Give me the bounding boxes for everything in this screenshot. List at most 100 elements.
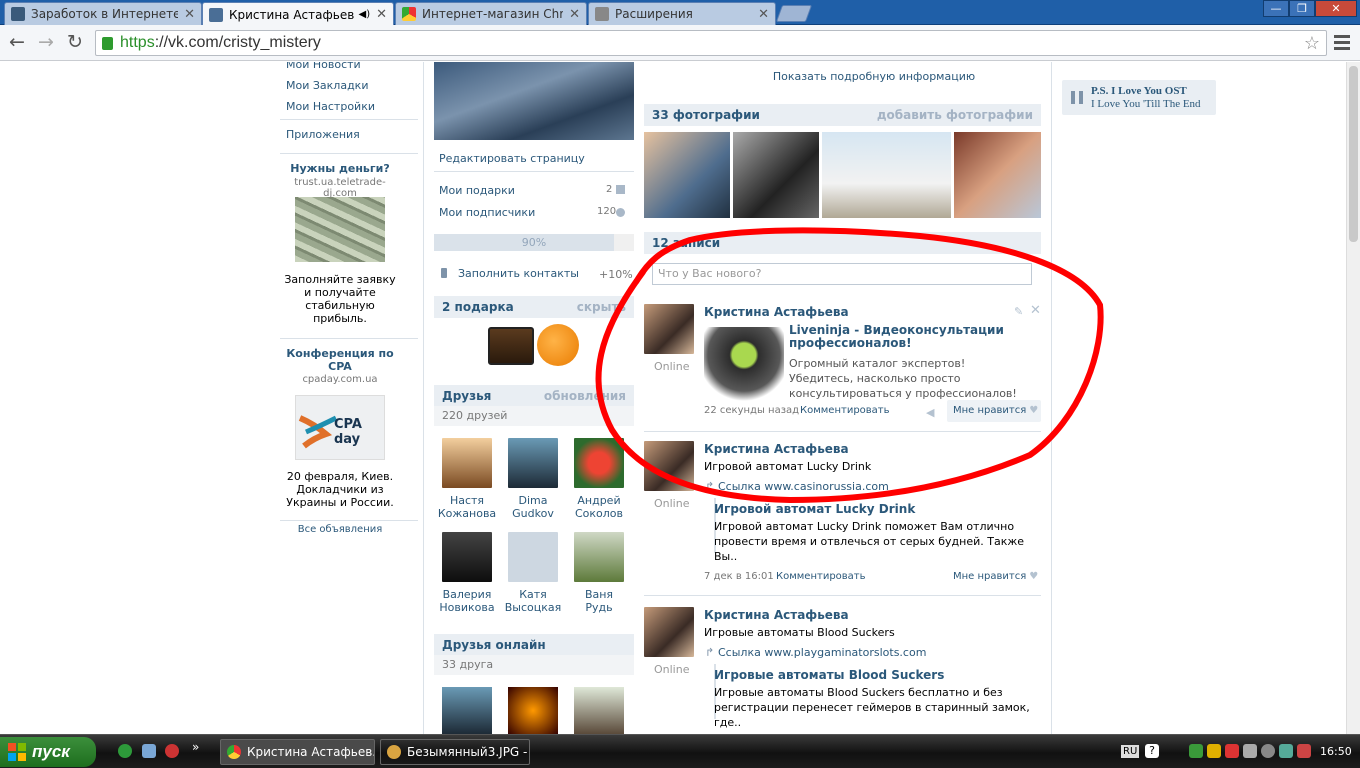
photos-header[interactable]: 33 фотографии добавить фотографии bbox=[644, 104, 1041, 126]
my-gifts-link[interactable]: Мои подарки bbox=[439, 184, 515, 197]
close-tab-icon[interactable]: ✕ bbox=[569, 7, 580, 22]
taskbar-paint-window[interactable]: Безымянный3.JPG - ... bbox=[380, 739, 530, 765]
online-friend-avatar[interactable] bbox=[574, 687, 624, 734]
friend-item[interactable]: Валерия Новикова bbox=[437, 532, 497, 614]
tray-network-icon[interactable] bbox=[1189, 744, 1203, 758]
edit-pencil-icon[interactable]: ✎ bbox=[1014, 305, 1023, 318]
ad-block[interactable]: Конференция по CPA cpaday.com.ua CPA day… bbox=[280, 345, 400, 515]
gift-orange-image[interactable] bbox=[537, 324, 579, 366]
gift-briefcase-image[interactable] bbox=[488, 327, 534, 365]
photo-thumb[interactable] bbox=[733, 132, 819, 218]
menu-apps[interactable]: Приложения bbox=[286, 128, 360, 141]
ad-title[interactable]: Нужны деньги? bbox=[280, 162, 400, 175]
menu-my-bookmarks[interactable]: Мои Закладки bbox=[286, 79, 368, 92]
address-bar[interactable]: https://vk.com/cristy_mistery ☆ bbox=[95, 30, 1327, 56]
megaphone-icon[interactable]: ◀ bbox=[926, 406, 934, 419]
hide-gifts-link[interactable]: скрыть bbox=[577, 296, 626, 318]
post-author-name[interactable]: Кристина Астафьева bbox=[704, 608, 849, 622]
ad-title[interactable]: Конференция по CPA bbox=[280, 347, 400, 373]
menu-my-settings[interactable]: Мои Настройки bbox=[286, 100, 375, 113]
page-scrollbar[interactable] bbox=[1346, 62, 1360, 734]
cpa-day-logo[interactable]: CPA day bbox=[295, 395, 385, 460]
all-ads-link[interactable]: Все объявления bbox=[280, 524, 400, 535]
player-track[interactable]: I Love You 'Till The End bbox=[1091, 98, 1201, 110]
utorrent-icon[interactable] bbox=[118, 744, 132, 758]
post-time[interactable]: 22 секунды назад bbox=[704, 405, 799, 416]
post-link[interactable]: Ссылка www.playgaminatorslots.com bbox=[718, 646, 926, 659]
fill-contacts-link[interactable]: Заполнить контакты bbox=[458, 267, 579, 280]
friend-avatar[interactable] bbox=[574, 532, 624, 582]
player-title[interactable]: P.S. I Love You OST bbox=[1091, 85, 1187, 97]
post-author-avatar[interactable] bbox=[644, 441, 694, 491]
scrollbar-thumb[interactable] bbox=[1349, 66, 1358, 242]
post-link[interactable]: Ссылка www.casinorussia.com bbox=[718, 480, 889, 493]
friend-avatar[interactable] bbox=[442, 532, 492, 582]
friend-avatar[interactable] bbox=[574, 438, 624, 488]
close-window-button[interactable]: ✕ bbox=[1315, 0, 1357, 17]
link-title[interactable]: Liveninja - Видеоконсультации профессион… bbox=[789, 324, 1019, 350]
profile-photo[interactable] bbox=[434, 62, 634, 140]
bookmark-star-icon[interactable]: ☆ bbox=[1304, 33, 1320, 54]
link-thumb-image[interactable] bbox=[704, 327, 784, 407]
friends-updates-link[interactable]: обновления bbox=[544, 385, 626, 407]
comment-link[interactable]: Комментировать bbox=[776, 571, 866, 582]
link-title[interactable]: Игровые автоматы Blood Suckers bbox=[714, 668, 944, 682]
tray-box-icon[interactable] bbox=[1279, 744, 1293, 758]
friends-block-header[interactable]: Друзья обновления bbox=[434, 385, 634, 407]
tray-monitor-icon[interactable] bbox=[1297, 744, 1311, 758]
tab-zarabotok[interactable]: Заработок в Интернете | Ч ✕ bbox=[4, 2, 202, 25]
taskbar-chrome-window[interactable]: Кристина Астафьев... bbox=[220, 739, 375, 765]
friend-item[interactable]: Настя Кожанова bbox=[437, 438, 497, 520]
show-details-link[interactable]: Показать подробную информацию bbox=[644, 70, 1104, 83]
friend-item[interactable]: Dima Gudkov bbox=[503, 438, 563, 520]
my-subscribers-link[interactable]: Мои подписчики bbox=[439, 206, 535, 219]
comment-link[interactable]: Комментировать bbox=[800, 405, 890, 416]
post-author-avatar[interactable] bbox=[644, 304, 694, 354]
chevron-right-icon[interactable]: » bbox=[192, 740, 199, 754]
quicklaunch-icon[interactable] bbox=[142, 744, 156, 758]
photo-thumb[interactable] bbox=[644, 132, 730, 218]
friend-avatar[interactable] bbox=[442, 438, 492, 488]
ad-money-image[interactable] bbox=[295, 197, 385, 262]
post-author-name[interactable]: Кристина Астафьева bbox=[704, 442, 849, 456]
minimize-button[interactable]: — bbox=[1263, 0, 1289, 17]
reload-icon[interactable]: ↻ bbox=[63, 31, 87, 55]
link-title[interactable]: Игровой автомат Lucky Drink bbox=[714, 502, 915, 516]
photo-thumb[interactable] bbox=[954, 132, 1041, 218]
back-arrow-icon[interactable]: ← bbox=[5, 31, 29, 55]
maximize-button[interactable]: ❐ bbox=[1289, 0, 1315, 17]
post-time[interactable]: 7 дек в 16:01 bbox=[704, 571, 774, 582]
tab-extensions[interactable]: Расширения ✕ bbox=[588, 2, 776, 25]
audio-player[interactable]: P.S. I Love You OST I Love You 'Till The… bbox=[1062, 80, 1216, 115]
friend-item[interactable]: Андрей Соколов bbox=[569, 438, 629, 520]
delete-post-icon[interactable]: ✕ bbox=[1030, 303, 1041, 318]
tab-vk-profile[interactable]: Кристина Астафьева ◀) ✕ bbox=[202, 2, 394, 26]
gifts-block-header[interactable]: 2 подарка скрыть bbox=[434, 296, 634, 318]
online-friend-avatar[interactable] bbox=[508, 687, 558, 734]
online-friend-avatar[interactable] bbox=[442, 687, 492, 734]
tray-antivirus-icon[interactable] bbox=[1225, 744, 1239, 758]
post-author-name[interactable]: Кристина Астафьева bbox=[704, 305, 849, 319]
add-photos-link[interactable]: добавить фотографии bbox=[877, 104, 1033, 126]
menu-my-news[interactable]: Мои Новости bbox=[286, 62, 361, 71]
photo-thumb[interactable] bbox=[822, 132, 951, 218]
tray-shield-icon[interactable] bbox=[1207, 744, 1221, 758]
menu-icon[interactable] bbox=[1334, 35, 1350, 51]
opera-icon[interactable] bbox=[165, 744, 179, 758]
friend-item[interactable]: Ваня Рудь bbox=[569, 532, 629, 614]
friend-avatar[interactable] bbox=[508, 438, 558, 488]
close-tab-icon[interactable]: ✕ bbox=[184, 7, 195, 22]
like-button[interactable]: Мне нравится ♥ bbox=[947, 400, 1041, 422]
language-indicator[interactable]: RU bbox=[1121, 745, 1140, 758]
default-avatar-icon[interactable] bbox=[508, 532, 558, 582]
ad-block[interactable]: Нужны деньги? trust.ua.teletrade-dj.com … bbox=[280, 160, 400, 330]
online-friends-header[interactable]: Друзья онлайн bbox=[434, 634, 634, 656]
post-author-avatar[interactable] bbox=[644, 607, 694, 657]
volume-icon[interactable] bbox=[1243, 744, 1257, 758]
new-tab-button[interactable] bbox=[775, 5, 813, 22]
like-button[interactable]: Мне нравится ♥ bbox=[953, 571, 1038, 582]
start-button[interactable]: пуск bbox=[0, 737, 96, 767]
tray-app-icon[interactable] bbox=[1261, 744, 1275, 758]
close-tab-icon[interactable]: ✕ bbox=[758, 7, 769, 22]
forward-arrow-icon[interactable]: → bbox=[34, 31, 58, 55]
